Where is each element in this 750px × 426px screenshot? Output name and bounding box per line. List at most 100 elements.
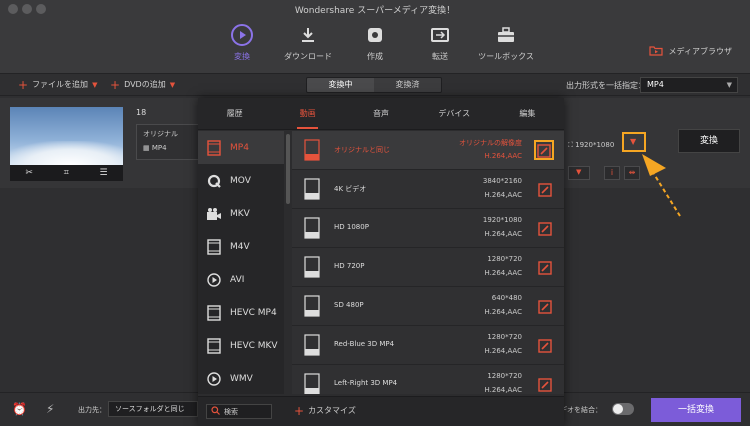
tab-converted[interactable]: 変換済	[374, 78, 441, 92]
source-format-text: MP4	[151, 144, 167, 152]
customize-button[interactable]: + カスタマイズ	[294, 403, 356, 418]
video-thumbnail[interactable]: ✂ ⌗ ☰	[10, 107, 123, 181]
convert-all-button[interactable]: 一括変換	[651, 398, 741, 422]
resolution-name: HD 1080P	[334, 223, 369, 231]
format-label: M4V	[230, 241, 250, 252]
resolution-item[interactable]: オリジナルと同じ オリジナルの解像度 H.264,AAC	[292, 131, 564, 170]
media-browser-button[interactable]: メディアブラウザ	[648, 45, 732, 58]
format-item-mov[interactable]: MOV	[198, 164, 284, 197]
format-item-hevc-mkv[interactable]: HEVC MKV	[198, 329, 284, 362]
film-icon	[206, 139, 222, 156]
resolution-item[interactable]: HD 1080P 1920*1080 H.264,AAC	[292, 209, 564, 248]
edit-icon[interactable]	[538, 221, 552, 236]
resolution-codec: H.264,AAC	[484, 386, 523, 394]
video-file-icon	[304, 295, 320, 317]
effects-icon[interactable]: ☰	[100, 168, 108, 178]
output-path-select[interactable]: ソースフォルダと同じ	[108, 401, 198, 417]
play-circle-icon	[206, 371, 222, 387]
output-format-select[interactable]: MP4 ▼	[640, 77, 738, 93]
merge-toggle[interactable]	[612, 403, 634, 415]
resolution-size: 1280*720	[487, 372, 522, 380]
tab-history[interactable]: 履歴	[198, 98, 271, 129]
merge-label: デオを結合：	[560, 406, 602, 414]
resolution-item[interactable]: Left-Right 3D MP4 1280*720 H.264,AAC	[292, 365, 564, 394]
edit-icon[interactable]	[538, 299, 552, 314]
subtitle-dropdown[interactable]: ▼	[568, 166, 590, 180]
trim-icon[interactable]: ✂	[25, 168, 33, 178]
format-picker-panel: 履歴 動画 音声 デバイス 編集 MP4 MOV MKV M4V AVI HEV…	[198, 98, 564, 426]
source-info: オリジナル ▦ MP4	[136, 124, 206, 160]
edit-icon[interactable]	[534, 140, 554, 160]
resolution-item[interactable]: 4K ビデオ 3840*2160 H.264,AAC	[292, 170, 564, 209]
format-list: MP4 MOV MKV M4V AVI HEVC MP4 HEVC MKV WM…	[198, 131, 284, 394]
crop-icon[interactable]: ⌗	[64, 168, 69, 178]
resolution-list: オリジナルと同じ オリジナルの解像度 H.264,AAC 4K ビデオ 3840…	[292, 131, 564, 394]
tab-edit[interactable]: 編集	[491, 98, 564, 129]
tab-video[interactable]: 動画	[271, 98, 344, 129]
resolution-item[interactable]: SD 480P 640*480 H.264,AAC	[292, 287, 564, 326]
convert-button[interactable]: 変換	[678, 129, 740, 153]
resolution-size: 3840*2160	[482, 177, 522, 185]
target-format-dropdown[interactable]: ▼	[622, 132, 646, 152]
add-dvd-label: DVDの追加	[124, 80, 166, 89]
resolution-name: SD 480P	[334, 301, 364, 309]
resolution-codec: H.264,AAC	[484, 152, 523, 160]
resolution-item[interactable]: HD 720P 1280*720 H.264,AAC	[292, 248, 564, 287]
add-dvd-button[interactable]: + DVDの追加 ▼	[110, 79, 176, 91]
resolution-name: Red-Blue 3D MP4	[334, 340, 395, 348]
film-icon	[206, 304, 222, 321]
play-circle-icon	[206, 272, 222, 288]
tutorial-arrow-icon	[642, 154, 681, 217]
format-label: MOV	[230, 175, 251, 186]
format-item-mkv[interactable]: MKV	[198, 197, 284, 230]
format-item-mp4[interactable]: MP4	[198, 131, 284, 164]
format-item-avi[interactable]: AVI	[198, 263, 284, 296]
resolution-size: オリジナルの解像度	[459, 139, 522, 147]
toolbox-icon	[466, 22, 546, 48]
format-item-m4v[interactable]: M4V	[198, 230, 284, 263]
info-button[interactable]: i	[604, 166, 620, 180]
tab-audio[interactable]: 音声	[344, 98, 417, 129]
resolution-name: HD 720P	[334, 262, 365, 270]
plus-icon: +	[294, 403, 305, 418]
lightning-icon[interactable]: ⚡	[46, 402, 54, 416]
edit-icon[interactable]	[538, 260, 552, 275]
alarm-clock-icon[interactable]: ⏰	[12, 402, 27, 416]
folder-icon	[648, 45, 663, 58]
edit-icon[interactable]	[538, 377, 552, 392]
main-toolbar: 変換 ダウンロード 作成 転送 ツールボックス メディアブラウザ	[0, 18, 750, 74]
format-list-scrollbar[interactable]	[286, 134, 290, 204]
tab-device[interactable]: デバイス	[418, 98, 491, 129]
chevron-down-icon: ▼	[630, 137, 637, 146]
resolution-item[interactable]: Red-Blue 3D MP4 1280*720 H.264,AAC	[292, 326, 564, 365]
chevron-down-icon: ▼	[92, 80, 98, 89]
format-item-wmv[interactable]: WMV	[198, 362, 284, 394]
video-file-icon	[304, 139, 320, 161]
format-picker-tabs: 履歴 動画 音声 デバイス 編集	[198, 98, 564, 130]
resolution-name: Left-Right 3D MP4	[334, 379, 398, 387]
app-window: Wondershare スーパーメディア変換！ 変換 ダウンロード 作成 転送	[0, 0, 750, 426]
edit-icon[interactable]	[538, 182, 552, 197]
split-icon: ⇹	[628, 168, 636, 177]
format-label: HEVC MKV	[230, 340, 278, 351]
add-file-label: ファイルを追加	[32, 80, 89, 89]
resolution-name: 4K ビデオ	[334, 185, 367, 193]
video-file-icon	[304, 217, 320, 239]
format-label: AVI	[230, 274, 245, 285]
resolution-name: オリジナルと同じ	[334, 146, 390, 154]
edit-icon[interactable]	[538, 338, 552, 353]
format-item-hevc-mp4[interactable]: HEVC MP4	[198, 296, 284, 329]
format-search-input[interactable]: 検索	[206, 404, 272, 419]
media-browser-label: メディアブラウザ	[668, 47, 732, 56]
toolbar-toolbox[interactable]: ツールボックス	[466, 22, 546, 62]
source-label: オリジナル	[143, 130, 178, 138]
tab-converting[interactable]: 変換中	[307, 78, 374, 92]
resolution-size: 1280*720	[487, 255, 522, 263]
add-file-button[interactable]: + ファイルを追加 ▼	[18, 79, 98, 91]
chevron-down-icon: ▼	[726, 81, 732, 89]
resolution-codec: H.264,AAC	[484, 269, 523, 277]
chevron-down-icon: ▼	[169, 80, 176, 89]
resolution-codec: H.264,AAC	[484, 308, 523, 316]
target-dimensions-text: 1920*1080	[575, 141, 615, 149]
window-title: Wondershare スーパーメディア変換！	[294, 6, 456, 16]
